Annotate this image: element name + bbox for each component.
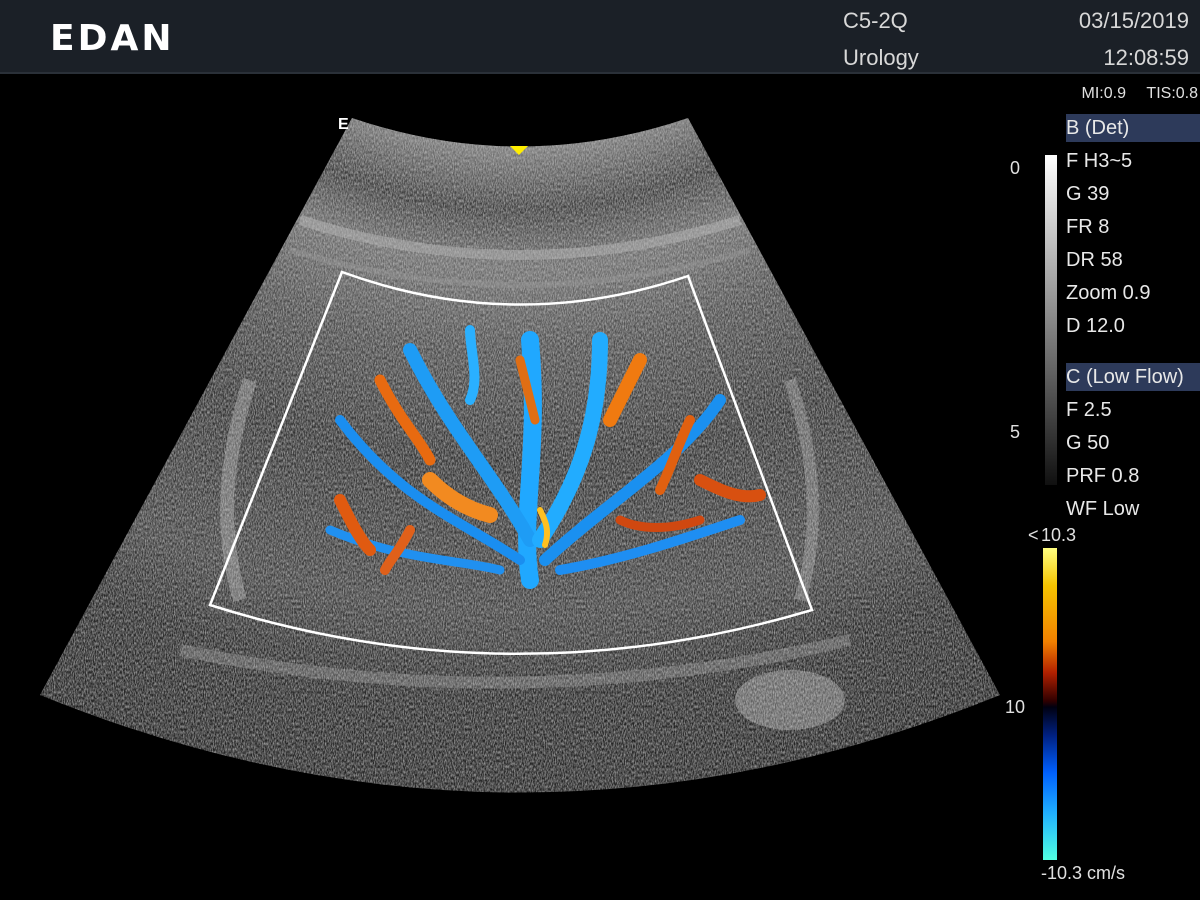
c-param-wall-filter: WF Low [1066,498,1140,520]
ultrasound-image[interactable] [0,74,1010,900]
depth-label-5: 5 [1010,422,1021,442]
safety-indices: MI:0.9 TIS:0.8 [1066,85,1199,103]
velocity-min: -10.3 cm/s [1041,863,1126,883]
b-mode-title[interactable]: B (Det) [1066,114,1200,142]
b-mode-panel: B (Det) F H3~5 G 39 FR 8 DR 58 Zoom 0.9 … [1066,114,1200,343]
edan-logo: EDAN [50,18,175,59]
depth-label-0: 0 [1010,158,1021,178]
exam-date: 03/15/2019 [1078,8,1189,33]
c-param-gain: G 50 [1066,432,1110,454]
b-param-depth: D 12.0 [1066,315,1125,337]
depth-label-10: 10 [1005,697,1026,717]
b-param-dynamic-range: DR 58 [1066,249,1123,271]
velocity-max: 10.3 [1041,525,1077,545]
c-mode-panel: C (Low Flow) F 2.5 G 50 PRF 0.8 WF Low [1066,363,1200,526]
mi-value: MI:0.9 [1081,85,1126,102]
c-param-prf: PRF 0.8 [1066,465,1140,487]
application-preset: Urology [843,45,919,70]
baseline-chevron-icon: < [1028,525,1039,545]
color-velocity-bar [1043,548,1057,860]
grayscale-bar [1045,155,1057,485]
sector-scan [40,118,1000,793]
orientation-mark: E [338,116,349,133]
exam-time: 12:08:59 [1103,45,1189,70]
b-param-frequency: F H3~5 [1066,150,1133,172]
c-mode-title[interactable]: C (Low Flow) [1066,363,1200,391]
header-bar: EDAN C5-2Q Urology 03/15/2019 12:08:59 [0,0,1200,74]
b-param-zoom: Zoom 0.9 [1066,282,1151,304]
b-param-gain: G 39 [1066,183,1110,205]
c-param-frequency: F 2.5 [1066,399,1112,421]
tis-value: TIS:0.8 [1146,85,1198,102]
b-param-frame-rate: FR 8 [1066,216,1110,238]
probe-name: C5-2Q [843,8,908,33]
